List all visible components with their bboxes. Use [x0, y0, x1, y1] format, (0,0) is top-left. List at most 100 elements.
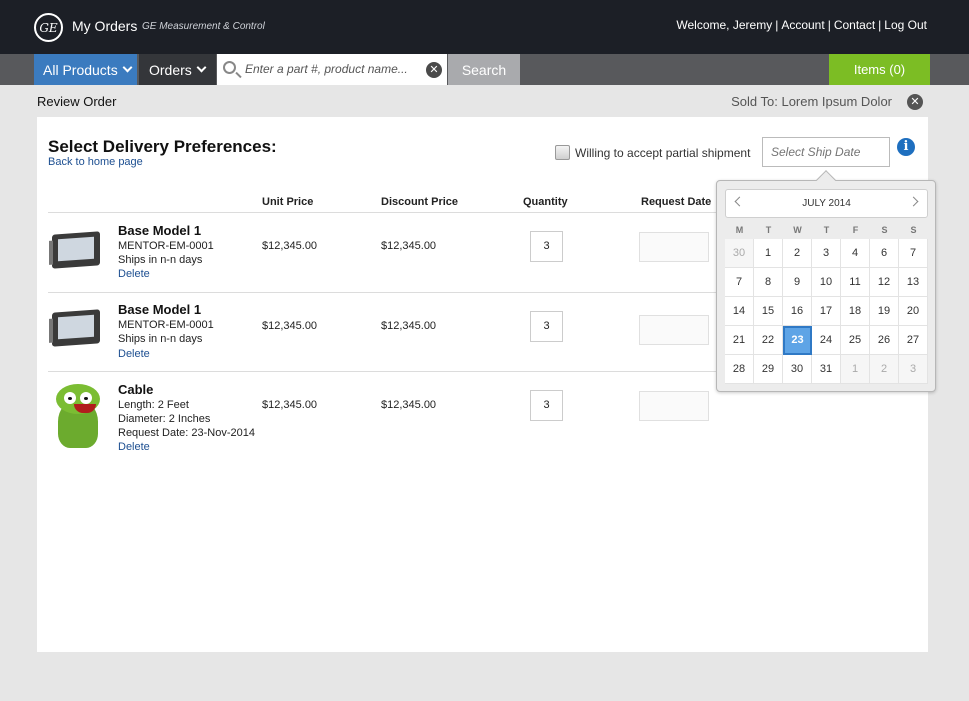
calendar-day[interactable]: 1	[841, 355, 870, 384]
calendar-day[interactable]: 12	[870, 268, 899, 297]
search-box: ✕	[217, 54, 447, 85]
ge-logo-icon[interactable]: GE	[34, 13, 63, 42]
calendar-day[interactable]: 27	[899, 326, 928, 355]
request-date-field[interactable]	[639, 391, 709, 421]
orders-menu[interactable]: Orders	[139, 54, 216, 85]
search-button[interactable]: Search	[448, 54, 520, 85]
calendar-day[interactable]: 1	[754, 239, 783, 268]
product-image[interactable]	[48, 307, 106, 351]
calendar-day[interactable]: 24	[812, 326, 841, 355]
calendar-day[interactable]: 19	[870, 297, 899, 326]
product-image[interactable]	[48, 378, 106, 454]
calendar-day[interactable]: 15	[754, 297, 783, 326]
close-icon[interactable]: ✕	[907, 94, 923, 110]
calendar-day[interactable]: 31	[812, 355, 841, 384]
calendar-day[interactable]: 26	[870, 326, 899, 355]
weekday-label: F	[852, 225, 859, 235]
col-discount-price: Discount Price	[381, 196, 459, 208]
calendar-day[interactable]: 28	[725, 355, 754, 384]
all-products-menu[interactable]: All Products	[34, 54, 137, 85]
unit-price: $12,345.00	[262, 320, 318, 332]
welcome-text: Welcome, Jeremy	[676, 18, 773, 32]
calendar-day-selected[interactable]: 23	[783, 326, 812, 355]
col-quantity: Quantity	[523, 196, 568, 208]
calendar-day[interactable]: 2	[870, 355, 899, 384]
calendar-day[interactable]: 30	[725, 239, 754, 268]
partial-shipment-label: Willing to accept partial shipment	[575, 146, 751, 160]
calendar-day[interactable]: 7	[725, 268, 754, 297]
cart-items-button[interactable]: Items (0)	[829, 54, 930, 85]
weekday-label: W	[793, 225, 802, 235]
monitor-icon	[52, 231, 100, 269]
partial-shipment-checkbox[interactable]	[555, 145, 570, 160]
search-icon	[223, 61, 236, 74]
delete-link[interactable]: Delete	[118, 268, 150, 280]
product-name: Base Model 1	[118, 223, 202, 238]
product-diameter: Diameter: 2 Inches	[118, 413, 211, 425]
calendar-day[interactable]: 8	[754, 268, 783, 297]
calendar-day[interactable]: 14	[725, 297, 754, 326]
calendar-day[interactable]: 17	[812, 297, 841, 326]
quantity-field[interactable]: 3	[530, 311, 563, 342]
discount-price: $12,345.00	[381, 399, 437, 411]
calendar-month: JULY 2014	[802, 198, 851, 209]
logout-link[interactable]: Log Out	[884, 18, 927, 32]
calendar-day[interactable]: 9	[783, 268, 812, 297]
quantity-field[interactable]: 3	[530, 390, 563, 421]
calendar-day[interactable]: 11	[841, 268, 870, 297]
col-request-date: Request Date	[641, 196, 712, 208]
calendar-day[interactable]: 29	[754, 355, 783, 384]
product-request-date: Request Date: 23-Nov-2014	[118, 427, 255, 439]
calendar-day[interactable]: 13	[899, 268, 928, 297]
calendar-day[interactable]: 20	[899, 297, 928, 326]
top-bar: GE My Orders GE Measurement & Control We…	[0, 0, 969, 54]
calendar-day[interactable]: 2	[783, 239, 812, 268]
app-title: My Orders	[72, 18, 138, 34]
product-name: Base Model 1	[118, 302, 202, 317]
calendar-week: 28 29 30 31 1 2 3	[725, 355, 928, 384]
contact-link[interactable]: Contact	[834, 18, 875, 32]
calendar-day[interactable]: 10	[812, 268, 841, 297]
link-separator: |	[827, 18, 831, 32]
calendar-day[interactable]: 16	[783, 297, 812, 326]
calendar-day[interactable]: 30	[783, 355, 812, 384]
link-separator: |	[878, 18, 882, 32]
account-link[interactable]: Account	[781, 18, 824, 32]
info-icon[interactable]: i	[897, 138, 915, 156]
back-home-link[interactable]: Back to home page	[48, 156, 143, 168]
product-image[interactable]	[48, 229, 106, 273]
search-input[interactable]	[245, 59, 423, 79]
frog-head	[56, 384, 100, 414]
calendar-week: 30 1 2 3 4 6 7	[725, 239, 928, 268]
app-subtitle: GE Measurement & Control	[142, 21, 265, 32]
chevron-down-icon	[196, 62, 207, 73]
request-date-field[interactable]	[639, 232, 709, 262]
clear-search-icon[interactable]: ✕	[426, 62, 442, 78]
delete-link[interactable]: Delete	[118, 348, 150, 360]
weekday-label: S	[881, 225, 888, 235]
product-part-number: MENTOR-EM-0001	[118, 319, 214, 331]
calendar-day[interactable]: 18	[841, 297, 870, 326]
discount-price: $12,345.00	[381, 320, 437, 332]
sold-to-text: Sold To: Lorem Ipsum Dolor	[731, 94, 892, 109]
request-date-field[interactable]	[639, 315, 709, 345]
quantity-field[interactable]: 3	[530, 231, 563, 262]
calendar-day[interactable]: 7	[899, 239, 928, 268]
link-separator: |	[775, 18, 779, 32]
calendar-day[interactable]: 4	[841, 239, 870, 268]
calendar-day[interactable]: 3	[899, 355, 928, 384]
weekday-label: T	[823, 225, 830, 235]
unit-price: $12,345.00	[262, 240, 318, 252]
page-title: Review Order	[37, 94, 117, 109]
calendar-day[interactable]: 6	[870, 239, 899, 268]
col-unit-price: Unit Price	[262, 196, 314, 208]
date-picker-header: JULY 2014	[725, 189, 928, 218]
calendar-day[interactable]: 21	[725, 326, 754, 355]
calendar-day[interactable]: 3	[812, 239, 841, 268]
discount-price: $12,345.00	[381, 240, 437, 252]
calendar-day[interactable]: 22	[754, 326, 783, 355]
chevron-down-icon	[122, 62, 133, 73]
delete-link[interactable]: Delete	[118, 441, 150, 453]
calendar-day[interactable]: 25	[841, 326, 870, 355]
ship-date-input[interactable]	[762, 137, 890, 167]
